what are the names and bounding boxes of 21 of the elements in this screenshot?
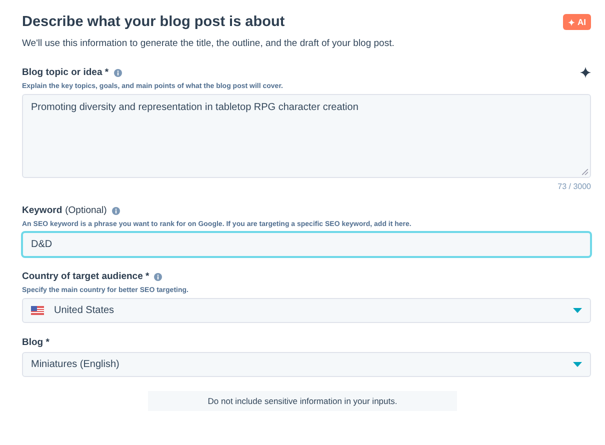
info-icon[interactable] <box>112 206 120 214</box>
field-label: Country of target audience * <box>22 271 150 282</box>
info-icon[interactable] <box>114 68 122 76</box>
resize-handle-icon[interactable] <box>582 169 588 175</box>
privacy-notice: Do not include sensitive information in your inputs. <box>148 391 458 411</box>
field-label: Blog * <box>22 337 50 348</box>
field-label: Keyword <box>22 205 62 216</box>
info-icon[interactable] <box>154 272 162 280</box>
topic-textarea[interactable]: Promoting diversity and representation in tabletop RPG character creation <box>22 94 591 178</box>
optional-note: (Optional) <box>65 205 107 216</box>
dropdown-select[interactable]: United States <box>22 298 591 323</box>
caret-icon <box>573 308 582 313</box>
dropdown-select[interactable]: Miniatures (English) <box>22 352 591 377</box>
keyword-input[interactable]: D&D <box>22 232 591 257</box>
sparkle-icon <box>568 18 574 26</box>
character-counter: 73 / 3000 <box>558 182 591 191</box>
field-label: Blog topic or idea * <box>22 67 109 78</box>
page-title: Describe what your blog post is about <box>22 14 285 30</box>
ai-badge: AI <box>562 14 591 30</box>
page-subtitle: We'll use this information to generate the title, the outline, and the draft of your blog post. <box>22 38 396 49</box>
caret-icon <box>573 362 582 367</box>
